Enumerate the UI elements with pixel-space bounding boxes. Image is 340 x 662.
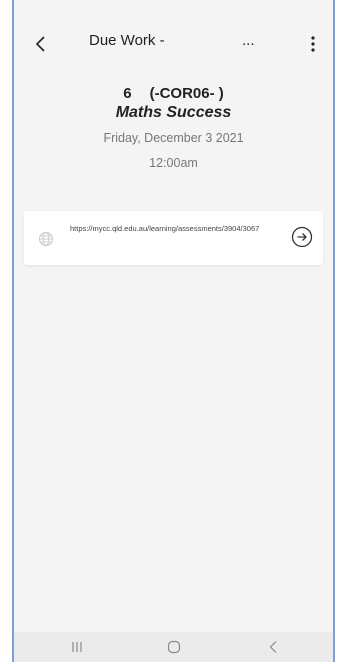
home-button[interactable] — [159, 637, 189, 657]
system-nav-bar — [14, 632, 333, 662]
phone-screen: Due Work - ... 6 (-COR06- ) Maths Success… — [12, 0, 335, 662]
link-card[interactable]: https://mycc.qld.edu.au/learning/assessm… — [24, 211, 323, 265]
page-title-ellipsis: ... — [242, 32, 255, 49]
system-back-button[interactable] — [258, 637, 288, 657]
arrow-right-circle-icon[interactable] — [291, 226, 313, 248]
link-url[interactable]: https://mycc.qld.edu.au/learning/assessm… — [70, 224, 295, 234]
more-options-button[interactable] — [303, 30, 323, 58]
recents-button[interactable] — [62, 637, 92, 657]
due-time: 12:00am — [149, 156, 198, 170]
subject-name: Maths Success — [115, 104, 232, 121]
assessment-header: 6 (-COR06- ) Maths Success Friday, Decemb… — [14, 84, 333, 170]
recents-icon — [72, 642, 82, 652]
course-line: 6 (-COR06- ) — [14, 84, 333, 103]
more-vertical-icon — [311, 36, 315, 52]
course-code: (-COR06- ) — [149, 85, 224, 102]
course-number: 6 — [123, 85, 132, 102]
back-icon — [269, 641, 277, 653]
home-icon — [167, 640, 181, 654]
app-bar: Due Work - ... — [14, 0, 333, 80]
globe-icon — [39, 232, 53, 246]
page-title: Due Work - — [89, 32, 165, 49]
back-button[interactable] — [28, 30, 52, 58]
due-date: Friday, December 3 2021 — [103, 131, 244, 145]
chevron-left-icon — [35, 36, 45, 52]
